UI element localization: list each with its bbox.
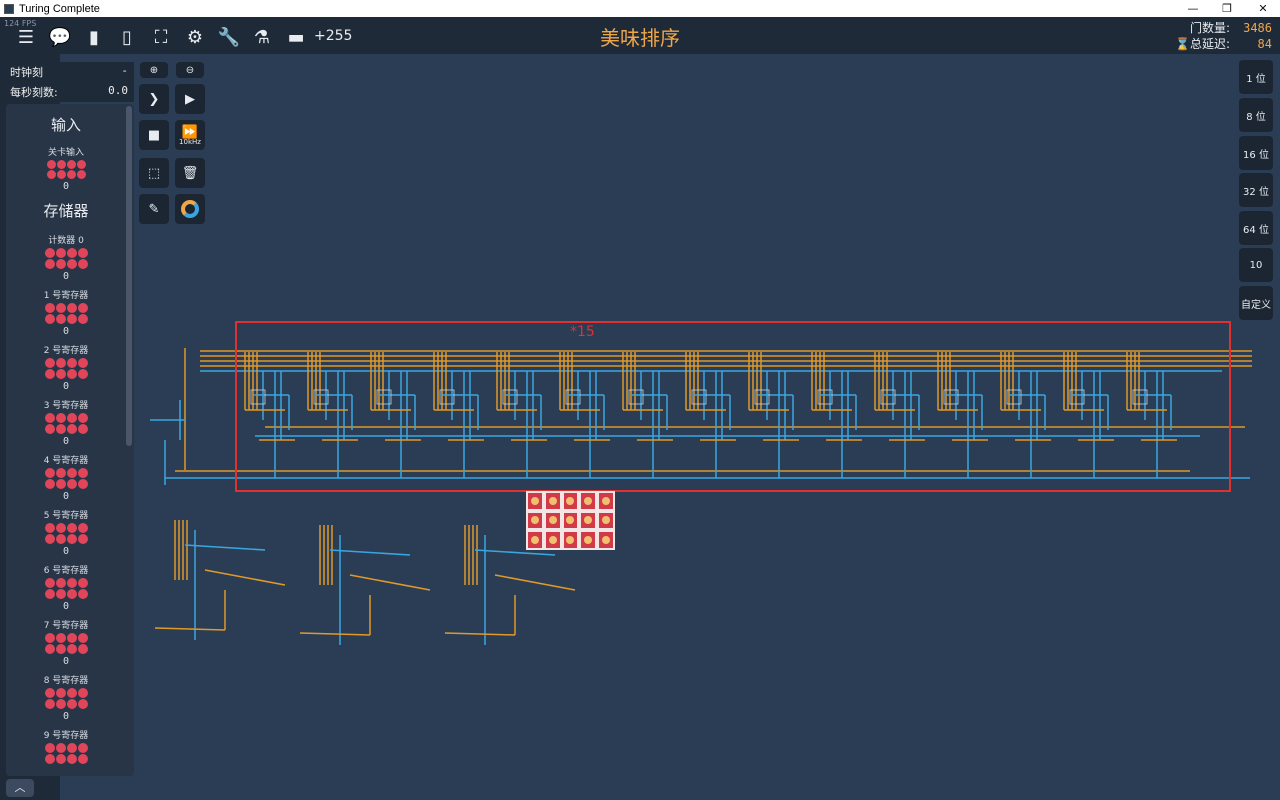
sub-wire bbox=[494, 574, 576, 591]
sub-wire bbox=[154, 627, 226, 631]
sub-wire bbox=[474, 549, 556, 556]
sub-wire bbox=[349, 574, 431, 591]
highlight-box bbox=[235, 321, 1231, 492]
plaid-tablecloth-image bbox=[526, 491, 615, 550]
repeat-annotation: *15 bbox=[570, 324, 595, 340]
sub-wire bbox=[299, 632, 371, 636]
fps-counter: 124 FPS bbox=[4, 19, 37, 28]
circuit-canvas[interactable] bbox=[0, 0, 1280, 800]
sub-wire bbox=[204, 569, 286, 586]
sub-wire bbox=[184, 544, 266, 551]
sub-wire bbox=[444, 632, 516, 636]
sub-wire bbox=[329, 549, 411, 556]
